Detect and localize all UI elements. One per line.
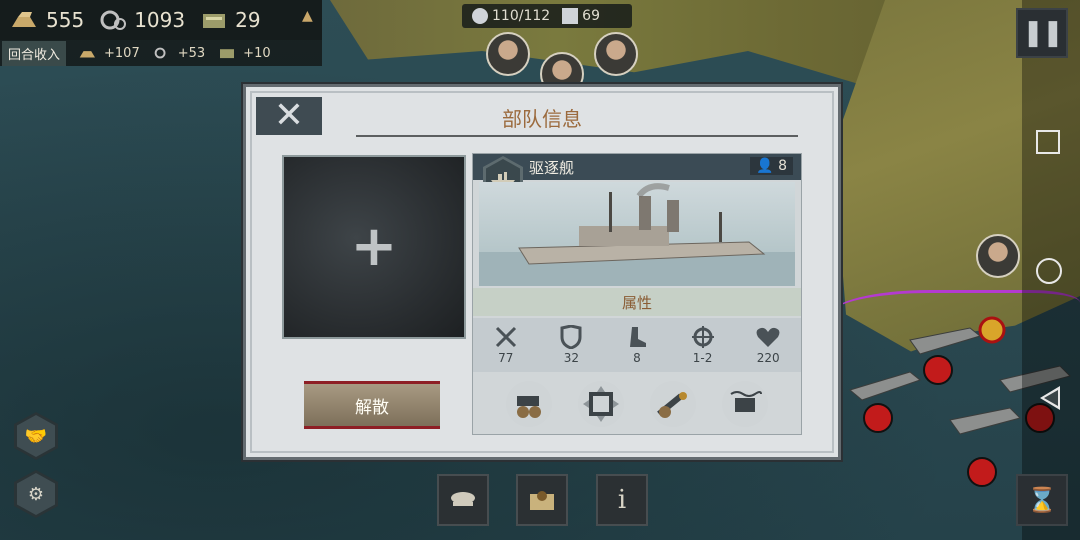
- destroyer-ship-image: [479, 183, 795, 286]
- stat-defense: 32: [539, 318, 605, 372]
- resource-bar: 555 1093 29 ▲: [0, 0, 322, 40]
- officers-button[interactable]: [437, 474, 489, 526]
- warship[interactable]: [848, 371, 922, 401]
- destroyer-illustration: [479, 182, 795, 286]
- command-icon: [562, 8, 579, 24]
- info-icon: i: [617, 485, 627, 515]
- top-status-bar: 110/112 69: [462, 4, 632, 28]
- warship[interactable]: [909, 327, 982, 355]
- recent-apps-icon[interactable]: [1036, 130, 1060, 154]
- unit-count-badge: 👤 8: [750, 157, 793, 175]
- handshake-icon: 🤝: [17, 415, 55, 457]
- unit-card: 驱逐舰 👤 8 属性 77 32 8 1-2 220: [472, 153, 802, 435]
- pause-button[interactable]: ❚❚: [1016, 8, 1068, 58]
- ability-slot[interactable]: [578, 381, 624, 427]
- income-gold: +107: [78, 46, 140, 61]
- movement-value: 8: [633, 351, 641, 365]
- income-supplies-value: +10: [243, 45, 271, 61]
- stat-health: 220: [735, 318, 801, 372]
- spain-flag-marker[interactable]: [978, 316, 1006, 344]
- income-supplies: +10: [217, 45, 271, 61]
- crosshair-icon: [691, 326, 714, 348]
- fortify-ability-icon: [583, 386, 619, 422]
- enemy-flag-marker[interactable]: [967, 457, 997, 487]
- bombard-ability-icon: [657, 392, 687, 418]
- map-button[interactable]: [516, 474, 568, 526]
- person-icon: 👤: [756, 158, 774, 174]
- income-bar: 回合收入 +107 +53 +10: [0, 40, 322, 66]
- industry-value: 1093: [134, 8, 186, 32]
- population-value: 110/112: [492, 8, 551, 24]
- dialog-title: 部队信息: [502, 107, 582, 131]
- general-portrait[interactable]: [976, 234, 1020, 278]
- unit-name: 驱逐舰: [529, 159, 575, 177]
- ability-slot[interactable]: [506, 381, 552, 427]
- unit-abilities: [473, 374, 801, 434]
- hourglass-icon: ⌛: [1027, 486, 1057, 514]
- unit-stats: 77 32 8 1-2 220: [473, 318, 801, 372]
- boot-icon: [629, 327, 646, 347]
- supplies-icon: [220, 49, 235, 59]
- stat-attack: 77: [473, 318, 539, 372]
- plus-icon: +: [350, 214, 398, 279]
- health-value: 220: [756, 351, 780, 365]
- crossed-swords-icon: [495, 326, 516, 348]
- defense-value: 32: [563, 351, 580, 365]
- income-industry-value: +53: [177, 45, 206, 61]
- income-industry: +53: [152, 46, 205, 61]
- back-icon[interactable]: [1040, 386, 1060, 410]
- range-value: 1-2: [692, 351, 713, 365]
- ability-slot[interactable]: [722, 381, 768, 427]
- heart-icon: [756, 327, 780, 347]
- shield-icon: [560, 325, 582, 349]
- gold-value: 555: [46, 8, 85, 32]
- supplies-icon: [203, 14, 226, 28]
- income-gold-value: +107: [104, 45, 140, 61]
- info-button[interactable]: i: [596, 474, 648, 526]
- resource-industry: 1093: [98, 8, 185, 32]
- title-divider: [356, 135, 798, 137]
- supplies-value: 29: [235, 8, 261, 32]
- industry-gears-icon: [100, 10, 127, 30]
- general-portrait[interactable]: [594, 32, 638, 76]
- enemy-flag-marker[interactable]: [863, 403, 893, 433]
- wrench-gear-icon: ⚙: [17, 473, 55, 515]
- enemy-flag-marker[interactable]: [923, 355, 953, 385]
- income-label: 回合收入: [2, 40, 67, 66]
- gold-bars-icon: [79, 51, 96, 58]
- map-pin-icon: [530, 491, 554, 510]
- stat-range: 1-2: [670, 318, 736, 372]
- pause-icon: ❚❚: [1022, 18, 1064, 48]
- resource-supplies: 29: [199, 8, 261, 32]
- industry-gears-icon: [154, 47, 166, 59]
- naval-ability-icon: [730, 391, 762, 412]
- add-general-slot[interactable]: +: [282, 155, 466, 339]
- ability-slot[interactable]: [650, 381, 696, 427]
- warship[interactable]: [949, 407, 1021, 435]
- general-portrait[interactable]: [486, 32, 530, 76]
- command-value: 69: [582, 8, 600, 24]
- unit-count: 8: [778, 158, 787, 174]
- stat-movement: 8: [604, 318, 670, 372]
- officer-cap-icon: [451, 492, 475, 506]
- collapse-arrow-icon[interactable]: ▲: [302, 8, 313, 24]
- end-turn-button[interactable]: ⌛: [1016, 474, 1068, 526]
- home-icon[interactable]: [1036, 258, 1062, 284]
- attributes-header: 属性: [473, 288, 801, 316]
- gold-bars-icon: [12, 12, 36, 27]
- unit-info-dialog: ✕ 部队信息 + 解散 驱逐舰 👤 8 属性 77 32 8 1-2 220: [243, 84, 841, 460]
- disband-button[interactable]: 解散: [304, 381, 440, 429]
- resource-gold: 555: [10, 8, 84, 32]
- attack-value: 77: [498, 351, 514, 365]
- population-icon: [472, 8, 488, 24]
- cannon-ability-icon: [517, 396, 541, 418]
